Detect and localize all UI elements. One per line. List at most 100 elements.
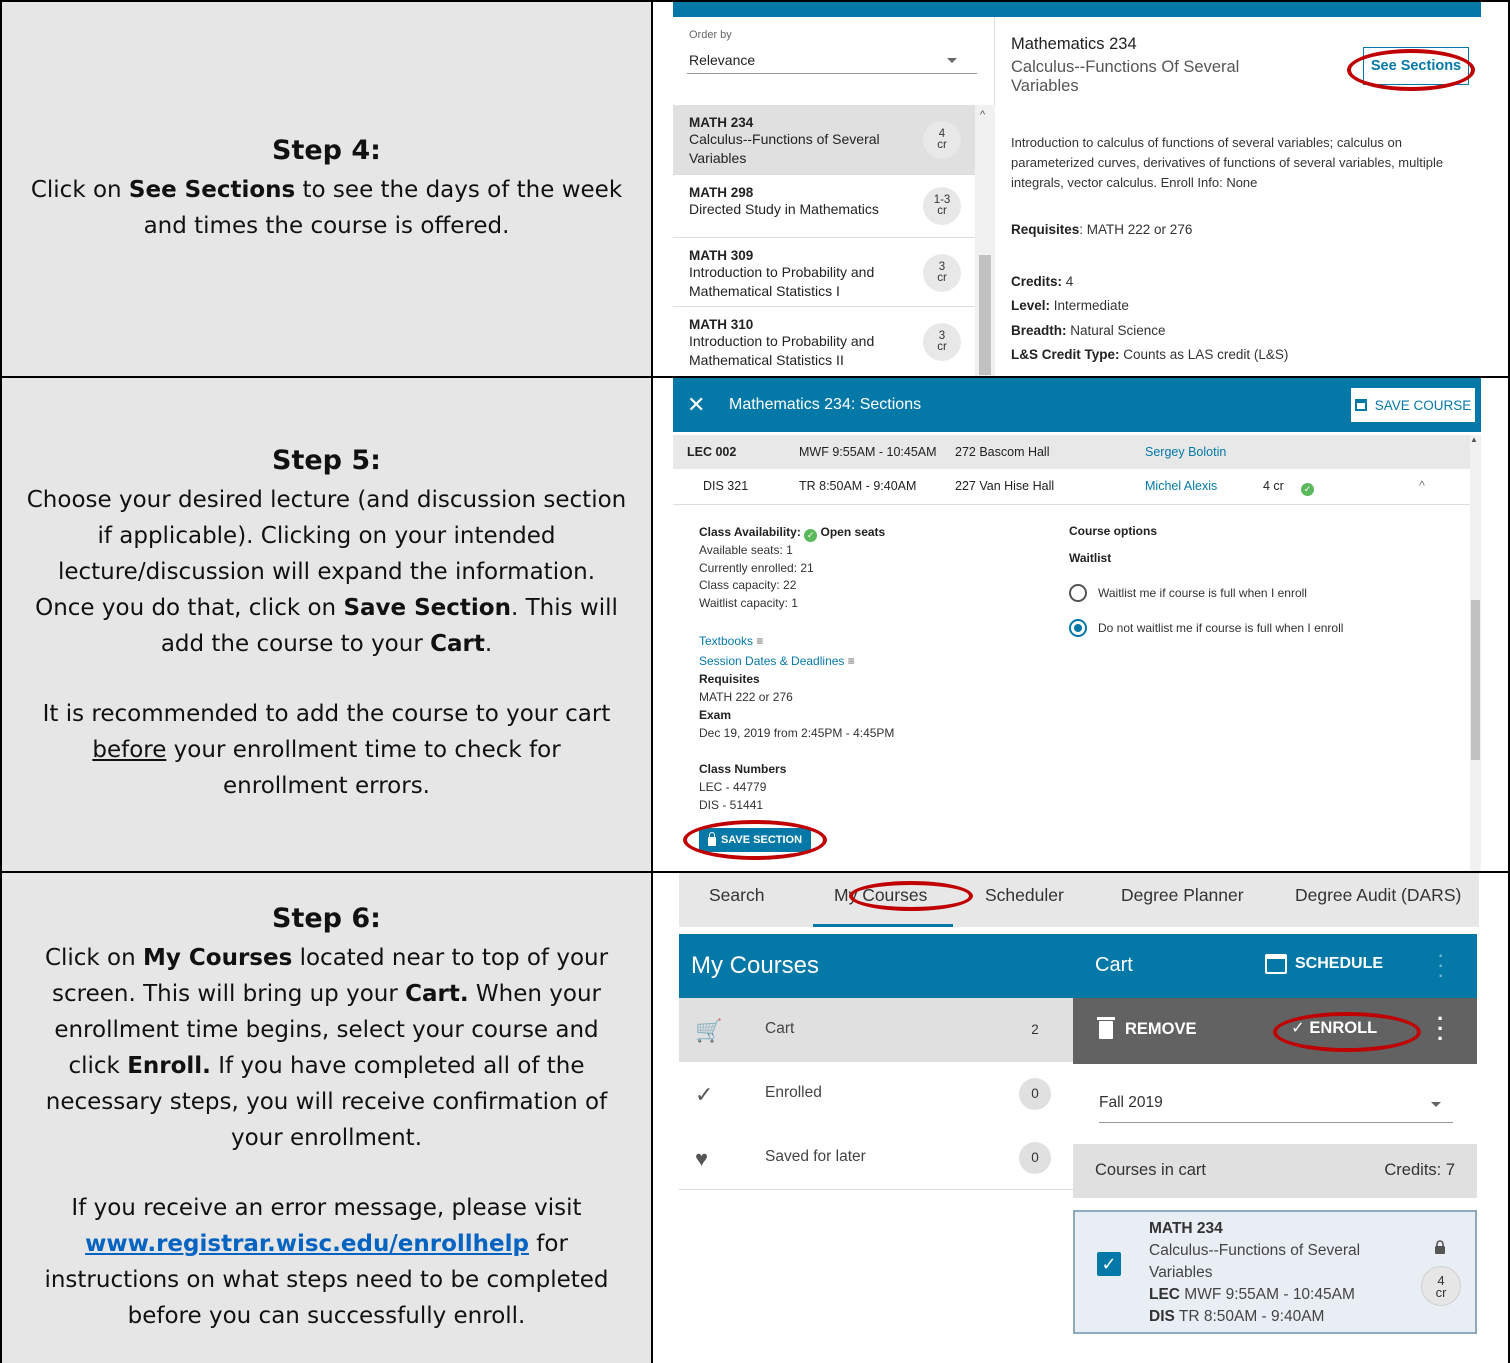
count-badge: 0 — [1019, 1142, 1051, 1174]
level-field: Level: Intermediate — [1011, 298, 1129, 313]
step6-note: If you receive an error message, please … — [44, 1194, 609, 1329]
credits-total: Credits: 7 — [1384, 1161, 1455, 1179]
course-options: Course options Waitlist — [1069, 524, 1158, 565]
credits-badge: 3 cr — [923, 254, 961, 292]
step6-cell: Step 6: Click on My Courses located near… — [2, 873, 651, 1363]
step6-text: Click on My Courses located near to top … — [44, 944, 609, 1151]
requisites-field: Requisites: MATH 222 or 276 — [1011, 222, 1193, 237]
scroll-up-icon[interactable]: ^ — [980, 109, 985, 121]
mycourses-panel-screenshot: Search My Courses Scheduler Degree Plann… — [653, 873, 1508, 1363]
sections-panel-screenshot: ✕ Mathematics 234: Sections SAVE COURSE … — [653, 378, 1508, 871]
search-panel-screenshot: Order by Relevance MATH 234 Calculus--Fu… — [653, 2, 1508, 376]
order-by-label: Order by — [689, 29, 732, 41]
highlight-circle — [683, 820, 827, 860]
lock-icon — [1435, 1240, 1445, 1254]
sidebar-item-saved[interactable]: ♥ Saved for later 0 — [679, 1126, 1073, 1190]
open-seats-icon: ✓ — [1301, 479, 1314, 496]
course-detail-pane: Mathematics 234 Calculus--Functions Of S… — [995, 17, 1481, 376]
step6-heading: Step 6: — [272, 902, 381, 934]
sections-header: ✕ Mathematics 234: Sections SAVE COURSE — [673, 378, 1481, 432]
credits-badge: 4 cr — [1421, 1266, 1461, 1306]
credits-badge: 1-3 cr — [923, 187, 961, 225]
ls-credit-field: L&S Credit Type: Counts as LAS credit (L… — [1011, 347, 1289, 362]
cart-icon: 🛒 — [695, 1018, 723, 1043]
close-icon[interactable]: ✕ — [687, 392, 705, 418]
collapse-icon[interactable]: ^ — [1419, 479, 1425, 493]
lecture-row[interactable]: LEC 002 MWF 9:55AM - 10:45AM 272 Bascom … — [673, 435, 1470, 469]
step5-cell: Step 5: Choose your desired lecture (and… — [2, 378, 651, 871]
scroll-up-icon[interactable]: ▲ — [1470, 435, 1478, 444]
list-icon: ≡ — [756, 634, 764, 648]
course-description: Introduction to calculus of functions of… — [1011, 135, 1444, 190]
schedule-button[interactable]: SCHEDULE — [1265, 954, 1383, 974]
step4-text: Click on See Sections to see the days of… — [30, 176, 623, 239]
highlight-circle — [1273, 1012, 1421, 1052]
tab-search[interactable]: Search — [709, 885, 764, 906]
cart-title: Cart — [1095, 954, 1133, 976]
sidebar-item-cart[interactable]: 🛒 Cart 2 — [679, 998, 1073, 1062]
textbooks-link[interactable]: Textbooks — [699, 634, 753, 648]
tab-degree-audit[interactable]: Degree Audit (DARS) — [1295, 885, 1461, 906]
credits-badge: 4 cr — [923, 121, 961, 159]
course-detail-subtitle: Calculus--Functions Of Several Variables — [1011, 58, 1240, 95]
courses-in-cart-bar: Courses in cart Credits: 7 — [1073, 1144, 1477, 1198]
bookmark-icon — [1354, 399, 1367, 411]
sections-scrollbar[interactable]: ▲ — [1470, 435, 1481, 871]
course-results-pane: Order by Relevance MATH 234 Calculus--Fu… — [673, 17, 995, 376]
dropdown-arrow-icon[interactable] — [1431, 1102, 1441, 1107]
remove-button[interactable]: REMOVE — [1097, 1016, 1197, 1039]
instructor-link[interactable]: Sergey Bolotin — [1145, 445, 1226, 459]
more-icon[interactable]: · · · — [1437, 1008, 1444, 1050]
list-icon: ≡ — [847, 654, 855, 668]
check-icon: ✓ — [804, 529, 818, 542]
course-result-item[interactable]: MATH 309 Introduction to Probability and… — [673, 238, 975, 307]
trash-icon — [1097, 1016, 1115, 1039]
cart-pane: Cart SCHEDULE · · · REMOVE ✓ ENROLL · · · Fa… — [1073, 934, 1477, 1338]
main-tabs: Search My Courses Scheduler Degree Plann… — [679, 873, 1479, 927]
cart-course-card[interactable]: ✓ MATH 234 Calculus--Functions of Severa… — [1073, 1210, 1477, 1334]
mycourses-sidebar: My Courses 🛒 Cart 2 ✓ Enrolled 0 ♥ Saved… — [679, 934, 1073, 1338]
tab-scheduler[interactable]: Scheduler — [985, 885, 1064, 906]
step5-heading: Step 5: — [272, 445, 381, 476]
waitlist-option-label: Waitlist me if course is full when I enr… — [1098, 586, 1307, 600]
course-result-item[interactable]: MATH 298 Directed Study in Mathematics 1… — [673, 175, 975, 238]
credits-badge: 3 cr — [923, 323, 961, 361]
checkbox-checked[interactable]: ✓ — [1097, 1252, 1121, 1276]
enrollhelp-link[interactable]: www.registrar.wisc.edu/enrollhelp — [85, 1231, 529, 1257]
step5-note: It is recommended to add the course to y… — [42, 701, 611, 799]
session-dates-link[interactable]: Session Dates & Deadlines — [699, 654, 844, 668]
count-badge: 2 — [1019, 1014, 1051, 1046]
waitlist-radio[interactable] — [1069, 584, 1087, 602]
sections-title: Mathematics 234: Sections — [729, 396, 922, 413]
sidebar-item-enrolled[interactable]: ✓ Enrolled 0 — [679, 1062, 1073, 1126]
section-details: Textbooks ≡ Session Dates & Deadlines ≡ … — [699, 634, 895, 812]
active-tab-indicator — [813, 924, 953, 927]
tab-degree-planner[interactable]: Degree Planner — [1121, 885, 1244, 906]
step5-text: Choose your desired lecture (and discuss… — [26, 487, 627, 657]
course-result-item[interactable]: MATH 234 Calculus--Functions of Several … — [673, 105, 975, 175]
count-badge: 0 — [1019, 1078, 1051, 1110]
save-course-button[interactable]: SAVE COURSE — [1351, 388, 1475, 422]
results-scrollbar[interactable]: ^ — [975, 105, 995, 376]
heart-icon: ♥ — [695, 1146, 709, 1171]
calendar-icon — [1265, 954, 1287, 974]
class-availability: Class Availability: ✓ Open seats Availab… — [699, 525, 886, 610]
cart-header: Cart SCHEDULE · · · — [1073, 934, 1477, 998]
order-by-select[interactable]: Relevance — [689, 52, 755, 68]
course-result-item[interactable]: MATH 310 Introduction to Probability and… — [673, 307, 975, 376]
highlight-circle — [849, 881, 973, 911]
no-waitlist-option-label: Do not waitlist me if course is full whe… — [1098, 621, 1344, 635]
step4-heading: Step 4: — [272, 134, 381, 166]
discussion-row[interactable]: DIS 321 TR 8:50AM - 9:40AM 227 Van Hise … — [673, 469, 1470, 505]
instructor-link[interactable]: Michel Alexis — [1145, 479, 1217, 493]
no-waitlist-radio[interactable] — [1069, 619, 1087, 637]
term-select[interactable]: Fall 2019 — [1099, 1094, 1163, 1112]
step4-cell: Step 4: Click on See Sections to see the… — [2, 2, 651, 376]
highlight-circle — [1347, 49, 1475, 91]
credits-field: Credits: 4 — [1011, 274, 1074, 289]
check-icon: ✓ — [695, 1082, 714, 1107]
more-icon[interactable]: · · · — [1437, 944, 1444, 986]
breadth-field: Breadth: Natural Science — [1011, 323, 1166, 338]
detail-topbar — [995, 2, 1481, 17]
dropdown-arrow-icon[interactable] — [947, 58, 957, 63]
